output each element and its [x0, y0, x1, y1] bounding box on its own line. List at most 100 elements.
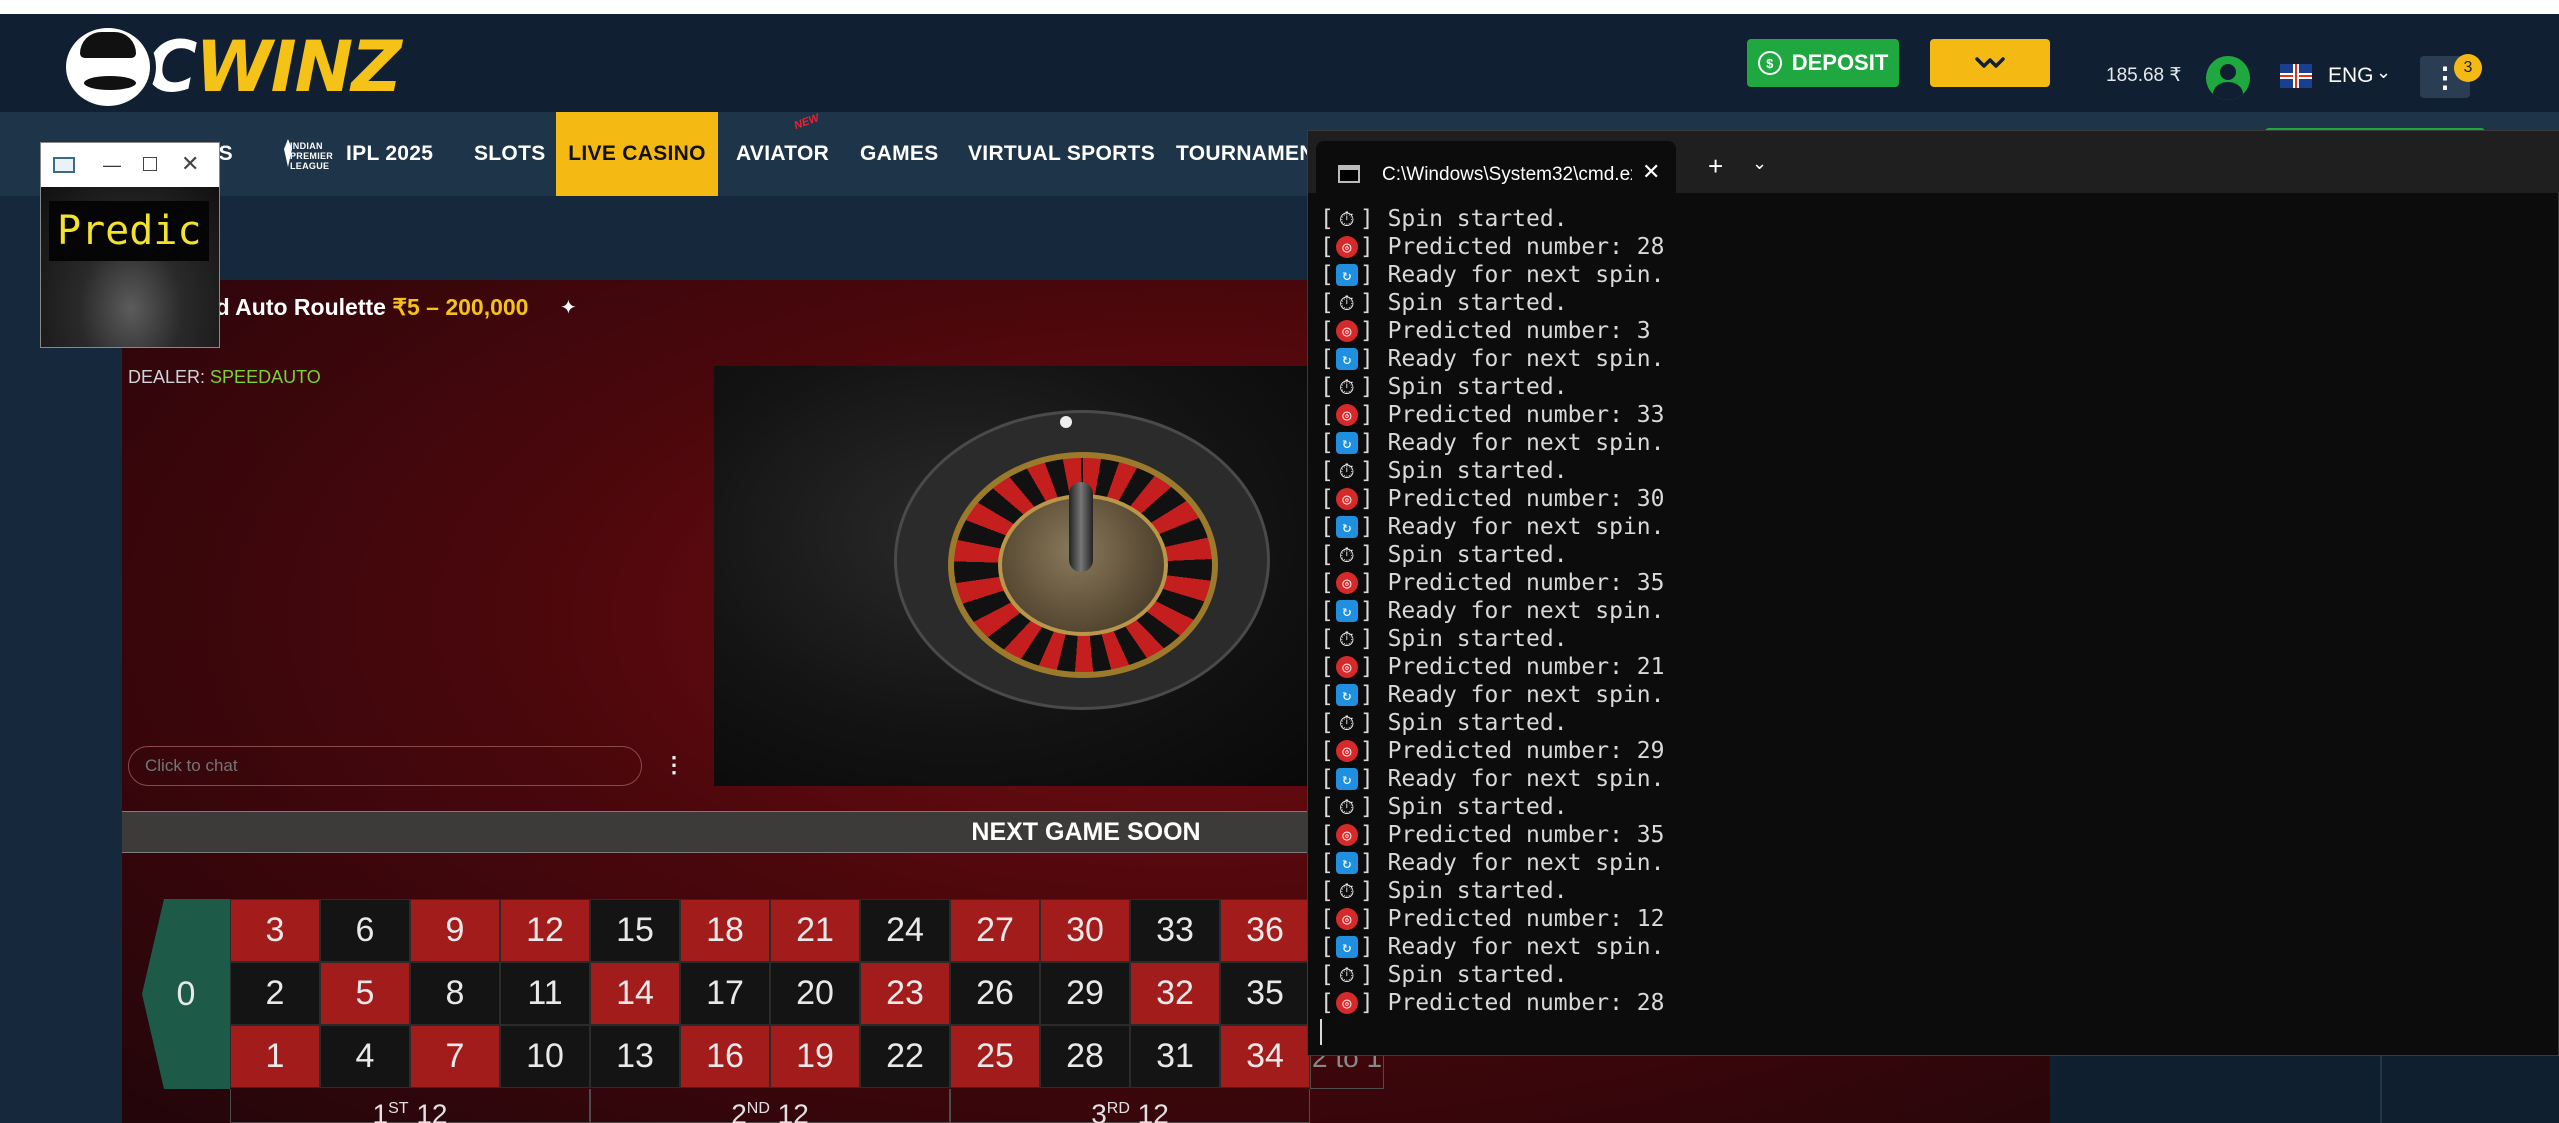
- terminal-line-text: Ready for next spin.: [1387, 430, 1665, 456]
- ipl-logo-text: INDIAN PREMIER LEAGUE: [290, 141, 334, 171]
- terminal-line: [⏱] Spin started.: [1320, 206, 1568, 232]
- ipl-logo-icon: INDIAN PREMIER LEAGUE: [278, 129, 338, 179]
- close-icon[interactable]: ✕: [181, 151, 199, 177]
- minimize-icon[interactable]: —: [103, 155, 121, 176]
- nav-item-slots[interactable]: SLOTS: [474, 112, 546, 196]
- terminal-line: [↻] Ready for next spin.: [1320, 934, 1665, 960]
- balance-display: 185.68 ₹: [2106, 65, 2182, 86]
- nav-item-live-casino[interactable]: LIVE CASINO: [556, 112, 718, 196]
- bet-number[interactable]: 21: [770, 899, 860, 962]
- terminal-titlebar[interactable]: C:\Windows\System32\cmd.exe ✕ + ⌄: [1308, 131, 2559, 193]
- notification-badge: 3: [2454, 54, 2482, 82]
- predictor-titlebar[interactable]: — ✕: [41, 143, 219, 187]
- bet-zero[interactable]: 0: [142, 899, 230, 1089]
- bet-number[interactable]: 9: [410, 899, 500, 962]
- site-logo[interactable]: CWINZ: [60, 22, 402, 112]
- new-tab-icon[interactable]: +: [1708, 151, 1723, 182]
- bet-number[interactable]: 22: [860, 1025, 950, 1088]
- bet-number[interactable]: 19: [770, 1025, 860, 1088]
- maximize-icon[interactable]: [143, 157, 157, 171]
- dozen-bets: 1ST 12 2ND 12 3RD 12: [230, 1089, 1310, 1123]
- bet-number[interactable]: 13: [590, 1025, 680, 1088]
- terminal-line: [⏱] Spin started.: [1320, 962, 1568, 988]
- dozen-bet[interactable]: 1ST 12: [230, 1089, 590, 1123]
- terminal-line: [↻] Ready for next spin.: [1320, 262, 1665, 288]
- terminal-line-text: Ready for next spin.: [1387, 598, 1665, 624]
- nav-item-virtual-sports[interactable]: VIRTUAL SPORTS: [968, 112, 1155, 196]
- bet-number[interactable]: 8: [410, 962, 500, 1025]
- bet-number[interactable]: 32: [1130, 962, 1220, 1025]
- bet-number[interactable]: 17: [680, 962, 770, 1025]
- nav-label-ipl: IPL 2025: [346, 142, 434, 165]
- bet-number[interactable]: 35: [1220, 962, 1310, 1025]
- bet-number[interactable]: 16: [680, 1025, 770, 1088]
- chevron-down-icon[interactable]: ⌄: [2376, 62, 2391, 83]
- bet-number[interactable]: 33: [1130, 899, 1220, 962]
- dealer-name: SPEEDAUTO: [210, 367, 321, 387]
- bet-number[interactable]: 20: [770, 962, 860, 1025]
- bet-number[interactable]: 3: [230, 899, 320, 962]
- dozen-bet[interactable]: 3RD 12: [950, 1089, 1310, 1123]
- bet-number[interactable]: 14: [590, 962, 680, 1025]
- bet-number[interactable]: 24: [860, 899, 950, 962]
- bet-number[interactable]: 12: [500, 899, 590, 962]
- terminal-window[interactable]: C:\Windows\System32\cmd.exe ✕ + ⌄ [⏱] Sp…: [1307, 130, 2559, 1056]
- wallet-button[interactable]: [1930, 39, 2050, 87]
- bet-number[interactable]: 11: [500, 962, 590, 1025]
- nav-item-tournament[interactable]: TOURNAMENT: [1176, 112, 1328, 196]
- nav-item-aviator[interactable]: AVIATOR: [736, 112, 829, 196]
- terminal-line: [↻] Ready for next spin.: [1320, 598, 1665, 624]
- bet-number[interactable]: 34: [1220, 1025, 1310, 1088]
- nav-item-ipl[interactable]: INDIAN PREMIER LEAGUE IPL 2025: [278, 112, 433, 196]
- terminal-line: [◎] Predicted number: 30: [1320, 486, 1665, 512]
- uk-flag-icon[interactable]: [2280, 64, 2312, 88]
- nav-item-games[interactable]: GAMES: [860, 112, 939, 196]
- chevron-down-icon[interactable]: ⌄: [1752, 153, 1767, 174]
- dozen-bet[interactable]: 2ND 12: [590, 1089, 950, 1123]
- bet-number[interactable]: 30: [1040, 899, 1130, 962]
- terminal-line: [◎] Predicted number: 12: [1320, 906, 1665, 932]
- bet-number[interactable]: 29: [1040, 962, 1130, 1025]
- chat-input[interactable]: [128, 746, 642, 786]
- language-selector[interactable]: ENG: [2328, 64, 2374, 88]
- timer-icon: ⏱: [1339, 711, 1355, 735]
- terminal-line-text: Predicted number: 29: [1387, 738, 1665, 764]
- terminal-tab[interactable]: C:\Windows\System32\cmd.exe ✕: [1316, 141, 1676, 193]
- terminal-line-text: Spin started.: [1387, 710, 1568, 736]
- bet-number[interactable]: 27: [950, 899, 1040, 962]
- bet-number[interactable]: 10: [500, 1025, 590, 1088]
- bet-number[interactable]: 18: [680, 899, 770, 962]
- close-tab-icon[interactable]: ✕: [1642, 159, 1660, 185]
- bet-number[interactable]: 25: [950, 1025, 1040, 1088]
- bet-number[interactable]: 15: [590, 899, 680, 962]
- terminal-output[interactable]: [⏱] Spin started.[◎] Predicted number: 2…: [1320, 205, 2550, 1045]
- predictor-window[interactable]: — ✕ Predic: [40, 142, 220, 348]
- timer-icon: ⏱: [1339, 543, 1355, 567]
- app-window-icon: [53, 157, 75, 173]
- terminal-line-text: Spin started.: [1387, 374, 1568, 400]
- target-icon: ◎: [1335, 908, 1358, 930]
- dozen-ordinal: 3: [1091, 1098, 1107, 1123]
- bet-number[interactable]: 26: [950, 962, 1040, 1025]
- bet-number[interactable]: 1: [230, 1025, 320, 1088]
- deposit-button[interactable]: $ DEPOSIT: [1747, 39, 1899, 87]
- ready-icon: ↻: [1335, 600, 1358, 622]
- game-title: eed Auto Roulette ₹5 – 200,000: [190, 294, 528, 321]
- chat-more-icon[interactable]: ⋮: [663, 752, 685, 778]
- target-icon: ◎: [1335, 572, 1358, 594]
- terminal-line-text: Predicted number: 12: [1387, 906, 1665, 932]
- pin-icon[interactable]: ✦: [560, 295, 577, 320]
- bet-number[interactable]: 7: [410, 1025, 500, 1088]
- bet-number[interactable]: 23: [860, 962, 950, 1025]
- bet-number[interactable]: 5: [320, 962, 410, 1025]
- bet-number[interactable]: 31: [1130, 1025, 1220, 1088]
- bet-number[interactable]: 28: [1040, 1025, 1130, 1088]
- timer-icon: ⏱: [1339, 963, 1355, 987]
- game-limits: ₹5 – 200,000: [392, 294, 529, 320]
- bet-number[interactable]: 4: [320, 1025, 410, 1088]
- terminal-line-text: Spin started.: [1387, 794, 1568, 820]
- bet-number[interactable]: 6: [320, 899, 410, 962]
- bet-number[interactable]: 2: [230, 962, 320, 1025]
- user-avatar-icon[interactable]: [2206, 56, 2250, 100]
- bet-number[interactable]: 36: [1220, 899, 1310, 962]
